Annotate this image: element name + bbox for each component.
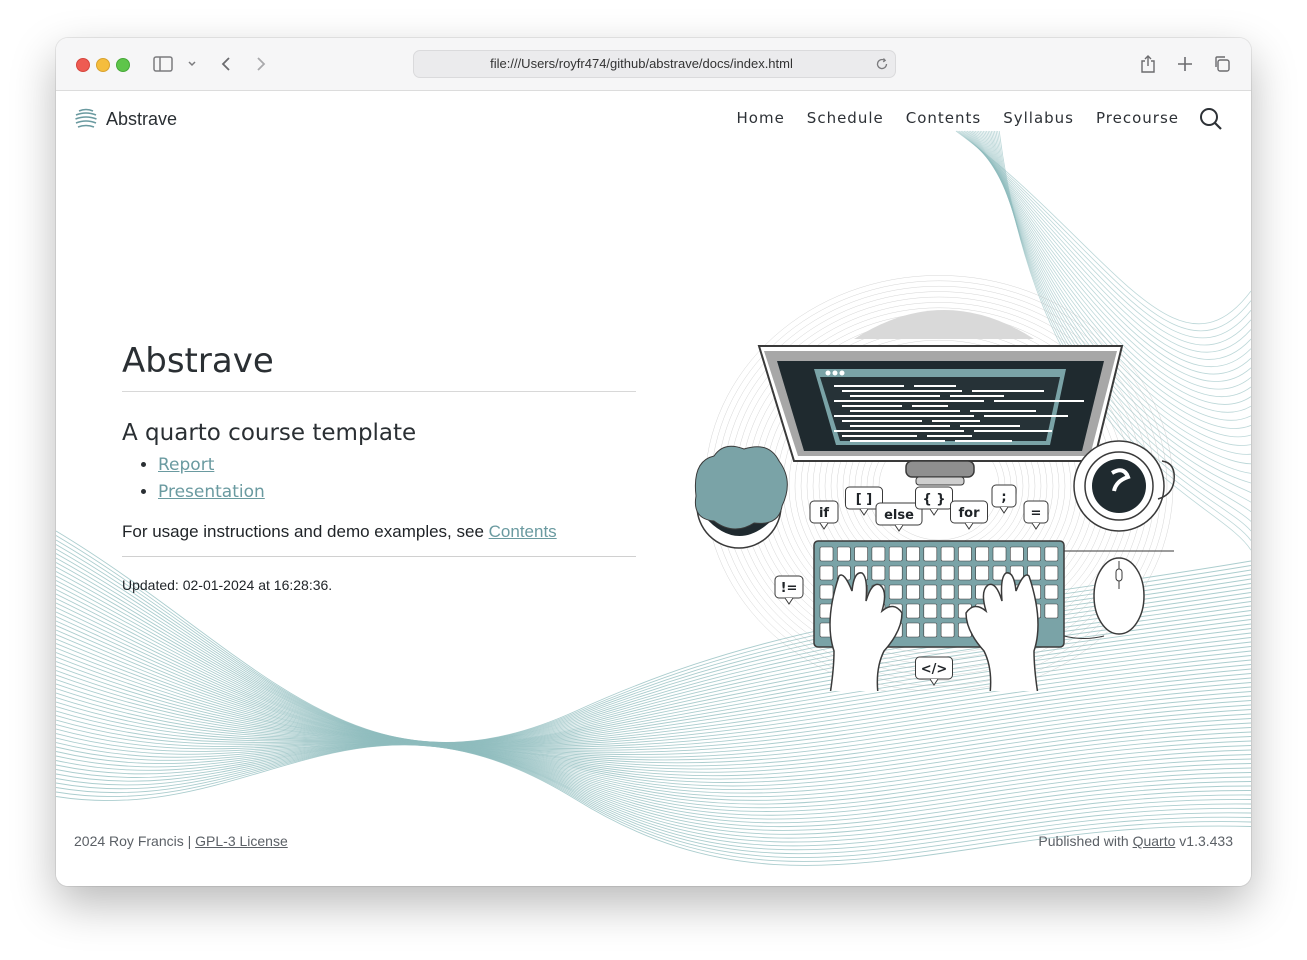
brand[interactable]: Abstrave bbox=[74, 107, 177, 131]
web-page: Abstrave Home Schedule Contents Syllabus… bbox=[56, 91, 1251, 886]
report-link[interactable]: Report bbox=[158, 455, 214, 475]
nav-contents[interactable]: Contents bbox=[906, 109, 981, 127]
code-tag-label: { } bbox=[922, 492, 945, 507]
search-icon[interactable] bbox=[1199, 107, 1223, 135]
close-window-button[interactable] bbox=[76, 58, 90, 72]
brand-text[interactable]: Abstrave bbox=[106, 109, 177, 130]
code-tag-label: [ ] bbox=[856, 492, 872, 507]
main-content: Abstrave A quarto course template Report… bbox=[122, 341, 636, 593]
code-tag: for bbox=[950, 500, 988, 530]
plant-pot bbox=[694, 445, 788, 549]
nav-precourse[interactable]: Precourse bbox=[1096, 109, 1179, 127]
code-tag-label: else bbox=[884, 508, 914, 523]
share-icon[interactable] bbox=[1138, 52, 1158, 76]
coding-illustration: if [ ] else { } for; = != </> bbox=[694, 275, 1175, 691]
list-item: Report bbox=[158, 452, 636, 479]
code-tag-label: if bbox=[819, 506, 829, 521]
code-tag-label: for bbox=[959, 506, 981, 521]
reload-icon[interactable] bbox=[875, 56, 889, 75]
list-item: Presentation bbox=[158, 479, 636, 506]
forward-icon[interactable] bbox=[253, 52, 269, 76]
footer-left: 2024 Roy Francis | GPL-3 License bbox=[74, 833, 288, 849]
code-tag-label: != bbox=[781, 581, 798, 596]
back-icon[interactable] bbox=[218, 52, 234, 76]
page-title: Abstrave bbox=[122, 341, 636, 392]
coffee-cup bbox=[1073, 440, 1175, 532]
dome-shape bbox=[854, 310, 1034, 339]
nav-schedule[interactable]: Schedule bbox=[807, 109, 884, 127]
links-list: Report Presentation bbox=[122, 452, 636, 506]
browser-titlebar: file:///Users/royfr474/github/abstrave/d… bbox=[56, 38, 1251, 91]
code-tag: ; bbox=[991, 484, 1017, 514]
logo-icon bbox=[75, 108, 97, 130]
page-subtitle: A quarto course template bbox=[122, 420, 417, 446]
code-tag-label: </> bbox=[921, 662, 948, 677]
sidebar-toggle-icon[interactable] bbox=[152, 52, 174, 76]
zoom-window-button[interactable] bbox=[116, 58, 130, 72]
tab-overview-icon[interactable] bbox=[1212, 52, 1232, 76]
address-bar[interactable]: file:///Users/royfr474/github/abstrave/d… bbox=[413, 50, 896, 78]
footer-right: Published with Quarto v1.3.433 bbox=[1038, 833, 1233, 849]
code-tag: </> bbox=[915, 656, 953, 686]
new-tab-icon[interactable] bbox=[1175, 52, 1195, 76]
code-tag-label: ; bbox=[1001, 490, 1006, 505]
nav-syllabus[interactable]: Syllabus bbox=[1003, 109, 1074, 127]
license-link[interactable]: GPL-3 License bbox=[195, 833, 288, 849]
usage-text: For usage instructions and demo examples… bbox=[122, 522, 489, 541]
copyright-text: 2024 Roy Francis | bbox=[74, 833, 196, 849]
browser-window: file:///Users/royfr474/github/abstrave/d… bbox=[56, 38, 1251, 886]
presentation-link[interactable]: Presentation bbox=[158, 482, 265, 502]
nav-home[interactable]: Home bbox=[737, 109, 785, 127]
monitor bbox=[757, 345, 1124, 486]
version-text: v1.3.433 bbox=[1175, 833, 1233, 849]
navbar: Abstrave Home Schedule Contents Syllabus… bbox=[56, 91, 1251, 147]
nav-links: Home Schedule Contents Syllabus Precours… bbox=[737, 109, 1180, 127]
published-text: Published with bbox=[1038, 833, 1133, 849]
chevron-down-icon[interactable] bbox=[186, 52, 198, 76]
contents-link[interactable]: Contents bbox=[489, 522, 557, 541]
updated-timestamp: Updated: 02-01-2024 at 16:28:36. bbox=[122, 577, 333, 593]
code-tag-label: = bbox=[1031, 506, 1042, 521]
usage-paragraph: For usage instructions and demo examples… bbox=[122, 522, 636, 557]
minimize-window-button[interactable] bbox=[96, 58, 110, 72]
url-text[interactable]: file:///Users/royfr474/github/abstrave/d… bbox=[414, 51, 869, 77]
quarto-link[interactable]: Quarto bbox=[1133, 833, 1176, 849]
